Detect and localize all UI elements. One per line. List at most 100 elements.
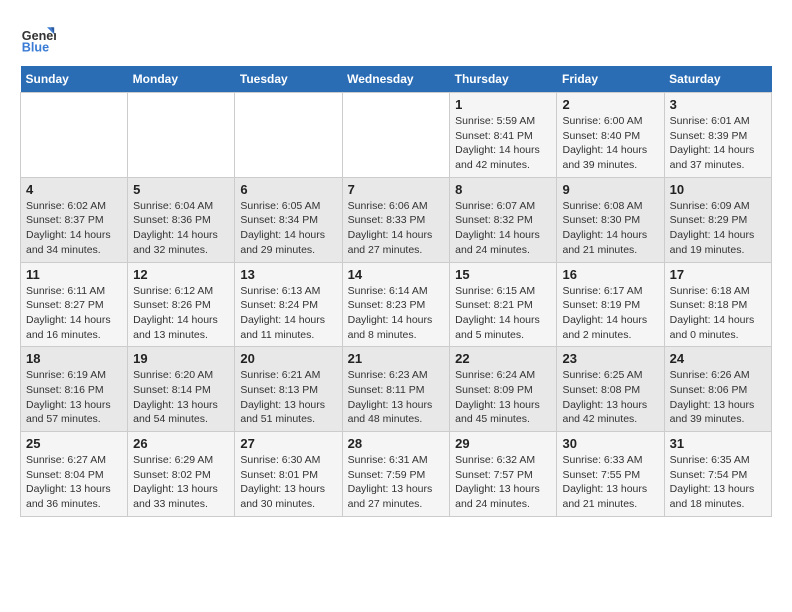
week-row-0: 1 Sunrise: 5:59 AM Sunset: 8:41 PM Daylig…: [21, 93, 772, 178]
day-detail: Sunrise: 6:15 AM Sunset: 8:21 PM Dayligh…: [455, 284, 551, 343]
week-row-1: 4Sunrise: 6:02 AM Sunset: 8:37 PM Daylig…: [21, 177, 772, 262]
calendar-cell: 24Sunrise: 6:26 AM Sunset: 8:06 PM Dayli…: [664, 347, 771, 432]
calendar-cell: [342, 93, 450, 178]
day-detail: Sunrise: 6:27 AM Sunset: 8:04 PM Dayligh…: [26, 453, 122, 512]
day-number: 17: [670, 267, 766, 282]
calendar-cell: 10Sunrise: 6:09 AM Sunset: 8:29 PM Dayli…: [664, 177, 771, 262]
day-number: 28: [348, 436, 445, 451]
logo: General Blue: [20, 20, 60, 56]
day-detail: Sunrise: 6:23 AM Sunset: 8:11 PM Dayligh…: [348, 368, 445, 427]
calendar-cell: 18Sunrise: 6:19 AM Sunset: 8:16 PM Dayli…: [21, 347, 128, 432]
day-detail: Sunrise: 6:29 AM Sunset: 8:02 PM Dayligh…: [133, 453, 229, 512]
weekday-header-wednesday: Wednesday: [342, 66, 450, 93]
day-detail: Sunrise: 6:19 AM Sunset: 8:16 PM Dayligh…: [26, 368, 122, 427]
day-detail: Sunrise: 6:05 AM Sunset: 8:34 PM Dayligh…: [240, 199, 336, 258]
weekday-header-friday: Friday: [557, 66, 664, 93]
weekday-header-monday: Monday: [128, 66, 235, 93]
calendar-table: SundayMondayTuesdayWednesdayThursdayFrid…: [20, 66, 772, 517]
day-number: 7: [348, 182, 445, 197]
day-number: 19: [133, 351, 229, 366]
calendar-cell: 4Sunrise: 6:02 AM Sunset: 8:37 PM Daylig…: [21, 177, 128, 262]
day-number: 13: [240, 267, 336, 282]
day-number: 12: [133, 267, 229, 282]
calendar-cell: 22 Sunrise: 6:24 AM Sunset: 8:09 PM Dayli…: [450, 347, 557, 432]
day-number: 23: [562, 351, 658, 366]
calendar-cell: 7 Sunrise: 6:06 AM Sunset: 8:33 PM Daylig…: [342, 177, 450, 262]
day-detail: Sunrise: 6:08 AM Sunset: 8:30 PM Dayligh…: [562, 199, 658, 258]
weekday-header-thursday: Thursday: [450, 66, 557, 93]
page-header: General Blue: [20, 20, 772, 56]
calendar-cell: [21, 93, 128, 178]
day-number: 6: [240, 182, 336, 197]
calendar-cell: 8 Sunrise: 6:07 AM Sunset: 8:32 PM Daylig…: [450, 177, 557, 262]
day-detail: Sunrise: 6:20 AM Sunset: 8:14 PM Dayligh…: [133, 368, 229, 427]
day-number: 25: [26, 436, 122, 451]
weekday-header-sunday: Sunday: [21, 66, 128, 93]
day-number: 1: [455, 97, 551, 112]
calendar-cell: 5 Sunrise: 6:04 AM Sunset: 8:36 PM Daylig…: [128, 177, 235, 262]
day-detail: Sunrise: 6:04 AM Sunset: 8:36 PM Dayligh…: [133, 199, 229, 258]
day-number: 2: [562, 97, 658, 112]
day-detail: Sunrise: 6:30 AM Sunset: 8:01 PM Dayligh…: [240, 453, 336, 512]
calendar-cell: 25 Sunrise: 6:27 AM Sunset: 8:04 PM Dayli…: [21, 432, 128, 517]
calendar-cell: 15 Sunrise: 6:15 AM Sunset: 8:21 PM Dayli…: [450, 262, 557, 347]
calendar-cell: 14 Sunrise: 6:14 AM Sunset: 8:23 PM Dayli…: [342, 262, 450, 347]
day-detail: Sunrise: 6:14 AM Sunset: 8:23 PM Dayligh…: [348, 284, 445, 343]
day-detail: Sunrise: 6:00 AM Sunset: 8:40 PM Dayligh…: [562, 114, 658, 173]
day-detail: Sunrise: 6:07 AM Sunset: 8:32 PM Dayligh…: [455, 199, 551, 258]
calendar-cell: [235, 93, 342, 178]
day-detail: Sunrise: 6:01 AM Sunset: 8:39 PM Dayligh…: [670, 114, 766, 173]
weekday-header-saturday: Saturday: [664, 66, 771, 93]
calendar-cell: 19 Sunrise: 6:20 AM Sunset: 8:14 PM Dayli…: [128, 347, 235, 432]
day-number: 22: [455, 351, 551, 366]
day-number: 11: [26, 267, 122, 282]
day-number: 16: [562, 267, 658, 282]
day-number: 30: [562, 436, 658, 451]
calendar-cell: 26 Sunrise: 6:29 AM Sunset: 8:02 PM Dayli…: [128, 432, 235, 517]
day-number: 14: [348, 267, 445, 282]
day-detail: Sunrise: 6:33 AM Sunset: 7:55 PM Dayligh…: [562, 453, 658, 512]
day-detail: Sunrise: 6:24 AM Sunset: 8:09 PM Dayligh…: [455, 368, 551, 427]
calendar-cell: 16Sunrise: 6:17 AM Sunset: 8:19 PM Dayli…: [557, 262, 664, 347]
day-detail: Sunrise: 5:59 AM Sunset: 8:41 PM Dayligh…: [455, 114, 551, 173]
calendar-cell: 28 Sunrise: 6:31 AM Sunset: 7:59 PM Dayli…: [342, 432, 450, 517]
day-number: 26: [133, 436, 229, 451]
day-detail: Sunrise: 6:31 AM Sunset: 7:59 PM Dayligh…: [348, 453, 445, 512]
day-detail: Sunrise: 6:12 AM Sunset: 8:26 PM Dayligh…: [133, 284, 229, 343]
day-detail: Sunrise: 6:32 AM Sunset: 7:57 PM Dayligh…: [455, 453, 551, 512]
day-number: 20: [240, 351, 336, 366]
day-detail: Sunrise: 6:06 AM Sunset: 8:33 PM Dayligh…: [348, 199, 445, 258]
calendar-cell: 31Sunrise: 6:35 AM Sunset: 7:54 PM Dayli…: [664, 432, 771, 517]
day-detail: Sunrise: 6:02 AM Sunset: 8:37 PM Dayligh…: [26, 199, 122, 258]
calendar-cell: 3 Sunrise: 6:01 AM Sunset: 8:39 PM Daylig…: [664, 93, 771, 178]
week-row-2: 11 Sunrise: 6:11 AM Sunset: 8:27 PM Dayli…: [21, 262, 772, 347]
day-detail: Sunrise: 6:25 AM Sunset: 8:08 PM Dayligh…: [562, 368, 658, 427]
calendar-cell: 12 Sunrise: 6:12 AM Sunset: 8:26 PM Dayli…: [128, 262, 235, 347]
calendar-cell: 9 Sunrise: 6:08 AM Sunset: 8:30 PM Daylig…: [557, 177, 664, 262]
day-number: 3: [670, 97, 766, 112]
weekday-header-row: SundayMondayTuesdayWednesdayThursdayFrid…: [21, 66, 772, 93]
day-number: 15: [455, 267, 551, 282]
day-detail: Sunrise: 6:13 AM Sunset: 8:24 PM Dayligh…: [240, 284, 336, 343]
calendar-cell: 21 Sunrise: 6:23 AM Sunset: 8:11 PM Dayli…: [342, 347, 450, 432]
weekday-header-tuesday: Tuesday: [235, 66, 342, 93]
day-detail: Sunrise: 6:35 AM Sunset: 7:54 PM Dayligh…: [670, 453, 766, 512]
week-row-3: 18Sunrise: 6:19 AM Sunset: 8:16 PM Dayli…: [21, 347, 772, 432]
calendar-cell: 23 Sunrise: 6:25 AM Sunset: 8:08 PM Dayli…: [557, 347, 664, 432]
day-number: 24: [670, 351, 766, 366]
day-detail: Sunrise: 6:09 AM Sunset: 8:29 PM Dayligh…: [670, 199, 766, 258]
day-number: 5: [133, 182, 229, 197]
day-number: 8: [455, 182, 551, 197]
logo-icon: General Blue: [20, 20, 56, 56]
calendar-cell: 17 Sunrise: 6:18 AM Sunset: 8:18 PM Dayli…: [664, 262, 771, 347]
day-number: 21: [348, 351, 445, 366]
day-number: 9: [562, 182, 658, 197]
calendar-cell: 30 Sunrise: 6:33 AM Sunset: 7:55 PM Dayli…: [557, 432, 664, 517]
calendar-cell: 6 Sunrise: 6:05 AM Sunset: 8:34 PM Daylig…: [235, 177, 342, 262]
calendar-cell: 2 Sunrise: 6:00 AM Sunset: 8:40 PM Daylig…: [557, 93, 664, 178]
day-detail: Sunrise: 6:18 AM Sunset: 8:18 PM Dayligh…: [670, 284, 766, 343]
svg-text:Blue: Blue: [22, 41, 49, 55]
week-row-4: 25 Sunrise: 6:27 AM Sunset: 8:04 PM Dayli…: [21, 432, 772, 517]
calendar-cell: [128, 93, 235, 178]
day-detail: Sunrise: 6:11 AM Sunset: 8:27 PM Dayligh…: [26, 284, 122, 343]
